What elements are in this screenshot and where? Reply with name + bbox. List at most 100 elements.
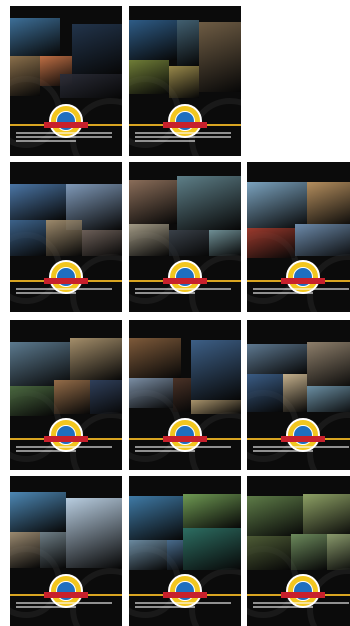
caption-text-line [135,446,231,448]
photo-thumbnail [169,66,199,98]
boat-emblem-icon [56,267,76,287]
photo-thumbnail [10,56,40,96]
photo-thumbnail [46,220,82,256]
caption-text-line [16,602,112,604]
caption-text-line [16,132,112,134]
brochure-card[interactable] [247,320,350,470]
caption-text-line [16,136,112,138]
photo-thumbnail [54,380,90,414]
photo-thumbnail [247,344,307,374]
caption-text-line [135,292,195,294]
red-ribbon [44,436,88,442]
photo-thumbnail [129,378,173,408]
brochure-card[interactable] [10,162,122,312]
photo-thumbnail [167,540,183,570]
photo-thumbnail [72,24,122,74]
caption-text-line [253,602,349,604]
caption-text-line [16,292,76,294]
photo-thumbnail [10,492,66,532]
caption-text-line [253,292,313,294]
boat-emblem-icon [175,267,195,287]
caption-text-line [16,446,112,448]
caption-text-line [253,450,313,452]
photo-thumbnail [183,528,241,570]
photo-thumbnail [129,338,181,378]
brochure-card[interactable] [129,320,241,470]
photo-thumbnail [209,230,241,256]
photo-thumbnail [247,182,307,228]
photo-thumbnail [177,176,241,230]
photo-thumbnail [90,380,122,414]
photo-thumbnail [129,60,169,94]
photo-thumbnail [169,230,209,256]
photo-thumbnail [191,400,241,414]
caption-text-line [16,450,76,452]
red-ribbon [44,122,88,128]
boat-emblem-icon [56,581,76,601]
caption-text-line [253,606,313,608]
red-ribbon [163,436,207,442]
boat-emblem-icon [56,111,76,131]
brochure-card[interactable] [10,476,122,626]
photo-thumbnail [129,180,177,224]
caption-text-line [135,140,195,142]
photo-thumbnail [177,20,199,66]
red-ribbon [44,592,88,598]
caption-text-line [135,602,231,604]
photo-thumbnail [291,534,327,570]
photo-thumbnail [307,342,350,386]
caption-text-line [16,288,112,290]
photo-thumbnail [247,228,295,258]
photo-thumbnail [303,494,350,534]
photo-thumbnail [183,494,241,528]
boat-emblem-icon [293,425,313,445]
photo-thumbnail [70,338,122,380]
photo-thumbnail [247,496,303,536]
red-ribbon [281,278,325,284]
brochure-card[interactable] [129,162,241,312]
caption-text-line [16,140,76,142]
photo-thumbnail [10,386,54,416]
caption-text-line [135,606,195,608]
boat-emblem-icon [175,111,195,131]
photo-thumbnail [173,378,191,412]
boat-emblem-icon [293,581,313,601]
boat-emblem-icon [175,425,195,445]
caption-text-line [253,446,349,448]
brochure-card[interactable] [129,476,241,626]
red-ribbon [163,592,207,598]
boat-emblem-icon [175,581,195,601]
photo-thumbnail [307,386,350,412]
boat-emblem-icon [293,267,313,287]
caption-text-line [16,606,76,608]
photo-thumbnail [307,182,350,224]
photo-thumbnail [129,20,177,60]
red-ribbon [281,592,325,598]
photo-thumbnail [10,220,46,256]
brochure-card[interactable] [10,320,122,470]
photo-thumbnail [82,230,122,256]
photo-thumbnail [10,18,60,56]
photo-thumbnail [10,184,66,220]
red-ribbon [163,278,207,284]
caption-text-line [135,132,231,134]
brochure-card[interactable] [129,6,241,156]
caption-text-line [253,288,349,290]
red-ribbon [163,122,207,128]
photo-thumbnail [40,532,66,568]
caption-text-line [135,136,231,138]
brochure-card[interactable] [247,162,350,312]
red-ribbon [281,436,325,442]
caption-text-line [135,288,231,290]
brochure-card[interactable] [247,476,350,626]
boat-emblem-icon [56,425,76,445]
photo-thumbnail [283,374,307,412]
photo-thumbnail [66,498,122,568]
brochure-card[interactable] [10,6,122,156]
photo-thumbnail [10,532,40,568]
photo-thumbnail [327,534,350,570]
red-ribbon [44,278,88,284]
photo-thumbnail [129,496,183,540]
photo-thumbnail [60,74,122,98]
photo-thumbnail [295,224,350,256]
